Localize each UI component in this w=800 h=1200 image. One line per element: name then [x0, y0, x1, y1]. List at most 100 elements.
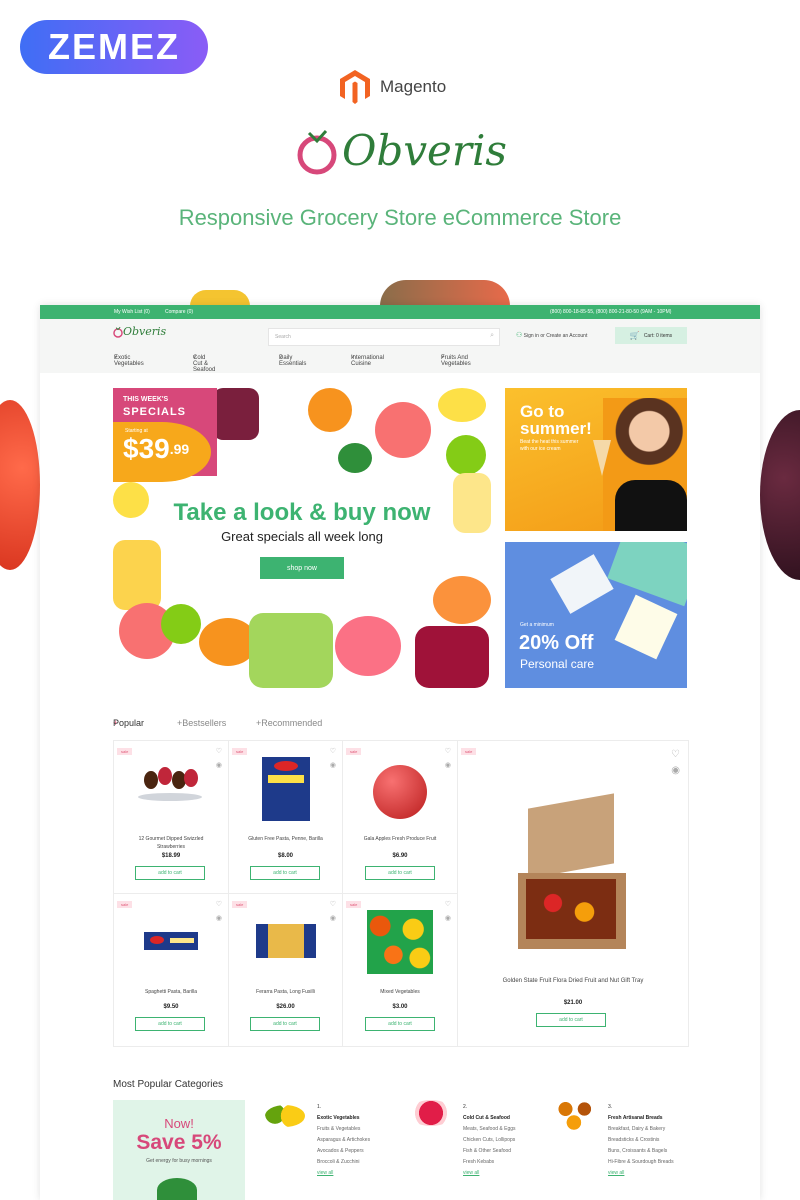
tab-recommended[interactable]: + Recommended: [256, 718, 322, 728]
product-card[interactable]: sale ♡ ◉ Ferarra Pasta, Long Fusilli $26…: [229, 894, 343, 1046]
summer-subtitle: Beat the heat this summer with our ice cr…: [520, 439, 579, 452]
eye-icon[interactable]: ◉: [330, 914, 336, 922]
product-image-apple: [373, 765, 427, 819]
hero-banner[interactable]: THIS WEEK'S SPECIALS Starting at $39.99 …: [113, 388, 491, 688]
or-text: or: [540, 333, 545, 339]
category-title[interactable]: Exotic Vegetables: [317, 1113, 370, 1124]
category-link[interactable]: Breadsticks & Crostinis: [608, 1135, 674, 1146]
nav-item-exotic[interactable]: Exotic Vegetables ˅: [114, 355, 144, 367]
category-link[interactable]: Avocados & Peppers: [317, 1146, 370, 1157]
hero-title: Take a look & buy now: [173, 499, 431, 526]
add-to-cart-button[interactable]: add to cart: [365, 866, 435, 880]
nav-item-international[interactable]: International Cuisine ˅: [351, 355, 384, 367]
product-price: $3.00: [392, 1004, 408, 1010]
wishlist-link[interactable]: My Wish List (0): [114, 309, 150, 315]
category-link[interactable]: Fresh Kebabs: [463, 1157, 516, 1168]
nav-item-fruits[interactable]: Fruits And Vegetables ˅: [441, 355, 471, 367]
search-placeholder: Search: [275, 334, 291, 340]
product-grid: sale ♡ ◉ 12 Gourmet Dipped Swizzled Straw…: [113, 740, 689, 1047]
product-card[interactable]: sale ♡ ◉ Mixed Vegetables $3.00 add to c…: [343, 894, 458, 1046]
eye-icon[interactable]: ◉: [330, 761, 336, 769]
category-link[interactable]: Hi-Fibre & Sourdough Breads: [608, 1157, 674, 1168]
search-input[interactable]: Search ⌕: [268, 328, 500, 346]
phone-numbers: (800) 800-18-85-55, (800) 800-21-80-50 (…: [550, 309, 672, 315]
orange-slice: [308, 388, 352, 432]
top-bar: My Wish List (0) Compare (0) (800) 800-1…: [40, 305, 760, 319]
product-card[interactable]: sale ♡ ◉ Spaghetti Pasta, Barilla $9.50 …: [114, 894, 229, 1046]
eye-icon[interactable]: ◉: [216, 914, 222, 922]
eye-icon[interactable]: ◉: [216, 761, 222, 769]
category-link[interactable]: Chicken Cuts, Lollipops: [463, 1135, 516, 1146]
add-to-cart-button[interactable]: add to cart: [135, 866, 205, 880]
signin-link[interactable]: Sign in: [524, 333, 539, 339]
badge-line2: SPECIALS: [123, 406, 187, 418]
add-to-cart-button[interactable]: add to cart: [135, 1017, 205, 1031]
add-to-cart-button[interactable]: add to cart: [365, 1017, 435, 1031]
category-number: 1.: [317, 1104, 322, 1110]
heart-icon[interactable]: ♡: [445, 900, 451, 908]
produce-image: [157, 1178, 197, 1200]
orange-right: [433, 576, 491, 624]
sale-badge: sale: [232, 901, 248, 908]
featured-product-card[interactable]: sale ♡ ◉ Golden State Fruit Flora Dried …: [458, 741, 688, 1046]
category-title[interactable]: Cold Cut & Seafood: [463, 1113, 516, 1124]
store-logo[interactable]: Obveris: [113, 325, 166, 338]
nav-item-coldcut[interactable]: Cold Cut & Seafood ˅: [193, 355, 215, 373]
product-name: Golden State Fruit Flora Dried Fruit and…: [502, 978, 644, 984]
add-to-cart-button[interactable]: add to cart: [250, 866, 320, 880]
compare-link[interactable]: Compare (0): [165, 309, 193, 315]
heart-icon[interactable]: ♡: [330, 747, 336, 755]
product-price: $21.00: [563, 1000, 583, 1006]
heart-icon[interactable]: ♡: [216, 747, 222, 755]
category-bread-image: [555, 1100, 597, 1130]
kiwi-bottom: [161, 604, 201, 644]
view-all-link[interactable]: view all: [317, 1168, 370, 1179]
heart-icon[interactable]: ♡: [445, 747, 451, 755]
badge-line1: THIS WEEK'S: [123, 396, 169, 403]
category-link[interactable]: Broccoli & Zucchini: [317, 1157, 370, 1168]
cart-icon: 🛒: [629, 331, 640, 340]
price-badge: Starting at $39.99: [113, 422, 211, 482]
category-pineapple-image: [265, 1105, 305, 1127]
category-link[interactable]: Buns, Croissants & Bagels: [608, 1146, 674, 1157]
magento-badge: Magento: [340, 70, 446, 104]
add-to-cart-button[interactable]: add to cart: [250, 1017, 320, 1031]
promo-save: Save 5%: [136, 1131, 222, 1154]
sale-badge: sale: [232, 748, 248, 755]
category-title[interactable]: Fresh Artisanal Breads: [608, 1113, 674, 1124]
red-bottle: [415, 626, 489, 688]
category-number: 3.: [608, 1104, 613, 1110]
product-card[interactable]: sale ♡ ◉ 12 Gourmet Dipped Swizzled Straw…: [114, 741, 229, 894]
soap-box: [550, 554, 614, 614]
cart-button[interactable]: 🛒 Cart: 0 items: [615, 327, 687, 344]
personal-care-banner[interactable]: Get a minimum 20% Off Personal care: [505, 542, 687, 688]
add-to-cart-button[interactable]: add to cart: [536, 1013, 606, 1027]
shirt-shape: [615, 480, 687, 531]
category-link[interactable]: Asparagus & Artichokes: [317, 1135, 370, 1146]
heart-icon[interactable]: ♡: [330, 900, 336, 908]
category-link[interactable]: Breakfast, Dairy & Bakery: [608, 1124, 674, 1135]
tab-bestsellers[interactable]: + Bestsellers: [177, 718, 226, 728]
heart-icon[interactable]: ♡: [671, 749, 680, 760]
search-icon[interactable]: ⌕: [490, 332, 494, 340]
nav-item-daily[interactable]: Daily Essentials ˅: [279, 355, 306, 367]
view-all-link[interactable]: view all: [463, 1168, 516, 1179]
sale-badge: sale: [461, 748, 477, 755]
categories-promo[interactable]: Now! Save 5% Get energy for busy morning…: [113, 1100, 245, 1200]
eye-icon[interactable]: ◉: [445, 914, 451, 922]
product-name: Gala Apples Fresh Produce Fruit: [363, 836, 437, 842]
category-link[interactable]: Meats, Seafood & Eggs: [463, 1124, 516, 1135]
product-image-spaghetti: [144, 932, 198, 950]
product-card[interactable]: sale ♡ ◉ Gluten Free Pasta, Penne, Baril…: [229, 741, 343, 894]
shop-now-button[interactable]: shop now: [260, 557, 344, 579]
product-card[interactable]: sale ♡ ◉ Gala Apples Fresh Produce Fruit…: [343, 741, 458, 894]
eye-icon[interactable]: ◉: [671, 765, 680, 776]
summer-banner[interactable]: Go to summer! Beat the heat this summer wi…: [505, 388, 687, 531]
eye-icon[interactable]: ◉: [445, 761, 451, 769]
create-account-link[interactable]: Create an Account: [546, 333, 587, 339]
store-logo-text: Obveris: [123, 325, 167, 338]
heart-icon[interactable]: ♡: [216, 900, 222, 908]
category-link[interactable]: Fish & Other Seafood: [463, 1146, 516, 1157]
category-link[interactable]: Fruits & Vegetables: [317, 1124, 370, 1135]
view-all-link[interactable]: view all: [608, 1168, 674, 1179]
